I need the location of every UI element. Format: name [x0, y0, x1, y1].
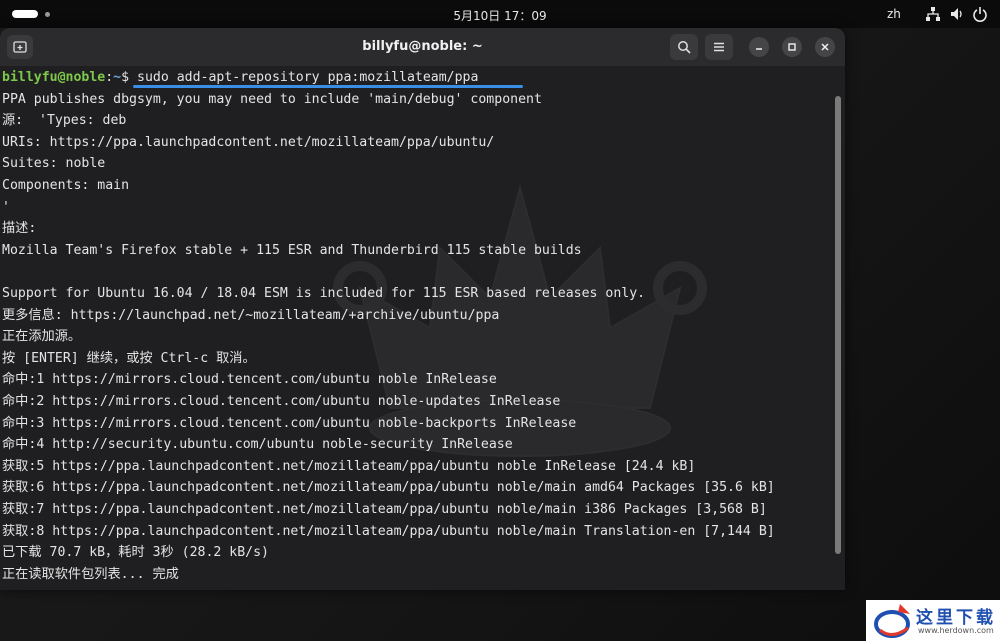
clock[interactable]: 5月10日 17：09 [0, 7, 1000, 24]
window-titlebar[interactable]: billyfu@noble: ~ [0, 28, 845, 66]
prompt-user: billyfu@noble [2, 70, 106, 85]
hamburger-menu-icon [714, 42, 724, 52]
search-button[interactable] [670, 34, 698, 60]
output-line: 获取:6 https://ppa.launchpadcontent.net/mo… [2, 480, 775, 496]
maximize-button[interactable] [782, 37, 802, 57]
output-line: URIs: https://ppa.launchpadcontent.net/m… [2, 134, 495, 150]
output-line: ' [2, 199, 10, 215]
system-top-bar: 5月10日 17：09 zh [0, 0, 1000, 28]
output-line: 描述: [2, 221, 37, 237]
prompt-path: ~ [113, 70, 122, 85]
output-line: 源: 'Types: deb [2, 113, 127, 129]
output-line: 正在读取软件包列表... 完成 [2, 566, 179, 582]
close-icon [821, 43, 829, 51]
menu-button[interactable] [705, 34, 733, 60]
prompt-symbol: $ [121, 70, 138, 85]
output-line: 获取:8 https://ppa.launchpadcontent.net/mo… [2, 523, 775, 539]
site-logo: 这里下载 www.herdown.com [866, 600, 1000, 641]
output-line: Support for Ubuntu 16.04 / 18.04 ESM is … [2, 286, 646, 301]
volume-icon[interactable] [949, 6, 965, 22]
logo-text: 这里下载 [916, 608, 996, 628]
output-line: 命中:3 https://mirrors.cloud.tencent.com/u… [2, 415, 577, 431]
terminal-output[interactable]: billyfu@noble:~$ sudo add-apt-repository… [2, 68, 832, 588]
output-line: Components: main [2, 178, 130, 193]
network-icon[interactable] [925, 6, 941, 22]
logo-emblem-icon [874, 604, 910, 638]
maximize-icon [788, 43, 796, 51]
output-line: 更多信息: https://launchpad.net/~mozillateam… [2, 307, 500, 323]
output-line: Mozilla Team's Firefox stable + 115 ESR … [2, 242, 582, 258]
scrollbar[interactable] [835, 96, 841, 554]
output-line: PPA publishes dbgsym, you may need to in… [2, 91, 542, 107]
output-line: 命中:4 http://security.ubuntu.com/ubuntu n… [2, 437, 513, 453]
command-highlight-underline [133, 85, 523, 88]
output-line: Suites: noble [2, 156, 106, 172]
prompt-separator: : [105, 70, 114, 85]
search-icon [678, 41, 691, 54]
output-line: 正在添加源。 [2, 329, 82, 345]
output-line: 获取:5 https://ppa.launchpadcontent.net/mo… [2, 458, 696, 474]
logo-url: www.herdown.com [918, 626, 994, 635]
close-button[interactable] [815, 37, 835, 57]
terminal-window: billyfu@noble: ~ billyfu@noble:~$ sudo a… [0, 28, 845, 590]
output-line: 获取:7 https://ppa.launchpadcontent.net/mo… [2, 502, 767, 517]
power-icon[interactable] [972, 6, 988, 22]
output-line: 命中:1 https://mirrors.cloud.tencent.com/u… [2, 372, 497, 388]
output-line: 已下载 70.7 kB，耗时 3秒 (28.2 kB/s) [2, 545, 269, 561]
minimize-button[interactable] [749, 37, 769, 57]
minimize-icon [756, 48, 762, 50]
language-indicator[interactable]: zh [887, 7, 901, 21]
output-line: 按 [ENTER] 继续，或按 Ctrl-c 取消。 [2, 350, 256, 366]
command-text: sudo add-apt-repository ppa:mozillateam/… [137, 70, 479, 85]
output-line: 命中:2 https://mirrors.cloud.tencent.com/u… [2, 394, 561, 409]
